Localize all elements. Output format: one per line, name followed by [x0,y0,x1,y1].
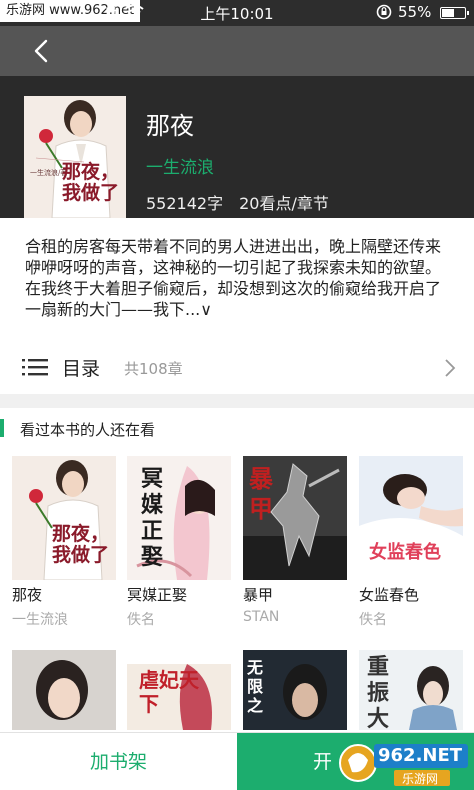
start-reading-label: 开 [313,751,333,773]
cover-illustration [12,650,116,730]
card-cover-text: 那夜，我做了 [52,523,110,566]
related-book-cover: 女监春色 [359,456,463,580]
related-book-name: 女监春色 [359,586,420,604]
related-book-name: 那夜 [12,586,43,604]
related-section-title: 看过本书的人还在看 [20,421,156,439]
toc-row[interactable]: 目录 共108章 [0,340,474,394]
chapter-count: 共108章 [124,360,183,378]
card-cover-text: 女监春色 [369,542,441,563]
toc-label: 目录 [62,358,101,380]
nav-bar [0,26,474,76]
related-book-cover: 暴甲 [243,456,347,580]
related-book-author: 一生流浪 [12,612,68,628]
word-count: 552142字 [146,194,224,213]
add-to-shelf-button[interactable]: 加书架 [0,733,237,790]
related-section-header: 看过本书的人还在看 [0,416,474,442]
card-cover-text: 暴甲 [249,464,273,523]
card-cover-text: 虐妃天下 [139,668,199,716]
related-book-author: 佚名 [359,612,387,628]
battery-percent: 55% [398,3,432,21]
back-arrow-icon[interactable] [28,36,58,66]
related-book-cover: 那夜，我做了 [12,456,116,580]
related-book-card[interactable]: 冥媒正娶 冥媒正娶 佚名 [127,456,231,629]
related-book-card[interactable] [12,650,116,730]
battery-icon [440,7,469,19]
related-book-card[interactable]: 重振大 [359,650,463,730]
chevron-right-icon [445,359,456,377]
related-book-cover: 冥媒正娶 [127,456,231,580]
related-book-card[interactable]: 那夜，我做了 那夜 一生流浪 [12,456,116,629]
related-book-card[interactable]: 虐妃天下 [127,650,231,730]
watermark-logo-sub: 乐游网 [402,772,439,786]
book-cover: 一生流浪/著 那夜，我做了 [24,96,126,218]
list-icon [22,359,48,376]
rotation-lock-icon [376,4,392,20]
site-watermark-logo: 962.NET 乐游网 [334,738,470,788]
card-cover-text: 无限之 [247,658,264,715]
book-stats: 552142字 20看点/章节 [146,190,329,214]
related-book-name: 冥媒正娶 [127,586,188,604]
related-book-card[interactable]: 女监春色 女监春色 佚名 [359,456,463,629]
battery-fill [442,9,454,17]
related-book-author: STAN [243,609,280,625]
related-book-name: 暴甲 [243,586,274,604]
cover-title-text: 那夜，我做了 [62,161,120,204]
book-detail-page: 乐游网 www.962.net 动 上午10:01 55% 一生流浪/著 那夜，… [0,0,474,790]
section-accent-bar [0,419,4,437]
chapter-price: 20看点/章节 [239,194,329,213]
book-description[interactable]: 合租的房客每天带着不同的男人进进出出，晚上隔壁还传来咿咿呀呀的声音，这神秘的一切… [25,236,449,320]
book-title: 那夜 [146,112,194,140]
section-divider [0,394,474,408]
card-cover-text: 冥媒正娶 [141,466,164,570]
related-book-card[interactable]: 暴甲 暴甲 STAN [243,456,347,625]
card-cover-text: 重振大 [367,654,390,730]
related-book-card[interactable]: 无限之 [243,650,347,730]
related-book-author: 佚名 [127,612,155,628]
book-author-link[interactable]: 一生流浪 [146,153,214,178]
watermark-logo-text: 962.NET [378,745,463,766]
status-bar: 乐游网 www.962.net 动 上午10:01 55% [0,0,474,26]
